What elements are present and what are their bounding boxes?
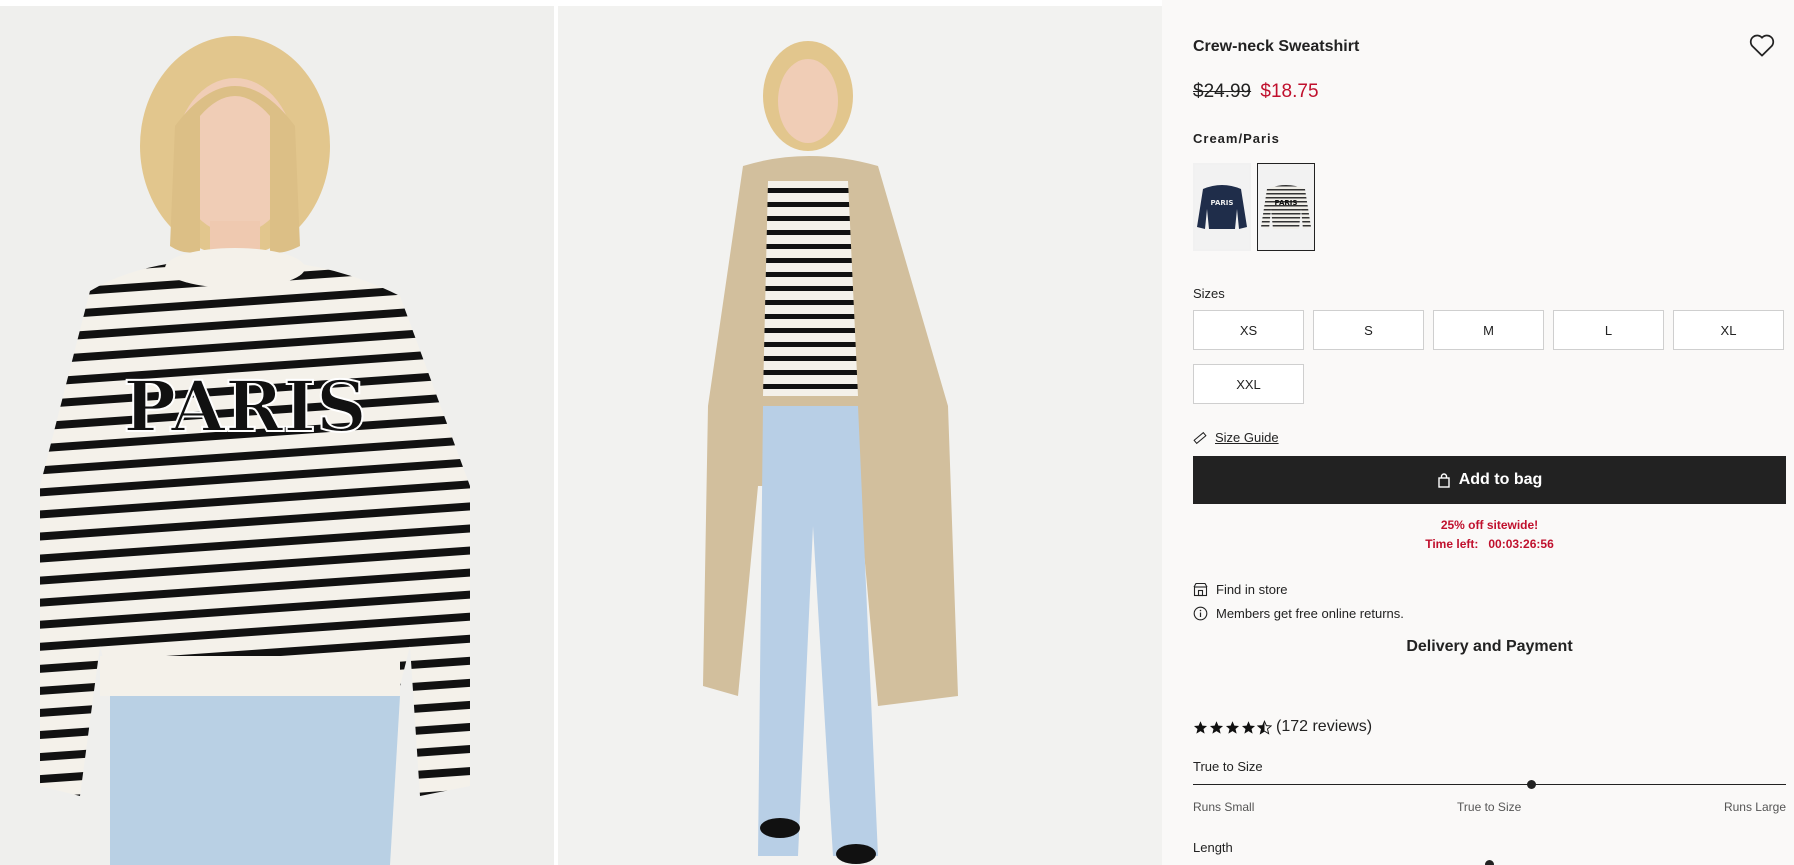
model-front-illustration: PARIS [40,36,470,865]
fit-scale-track [1193,780,1786,789]
product-title: Crew-neck Sweatshirt [1193,38,1360,55]
length-indicator [1485,860,1494,865]
length-label: Length [1193,840,1233,855]
fit-true-to-size: True to Size [1457,800,1522,814]
ruler-icon [1193,431,1207,444]
add-to-bag-button[interactable]: Add to bag [1193,456,1786,504]
product-gallery: PARIS [0,6,1162,865]
review-count: (172 reviews) [1276,718,1373,735]
size-guide-row: Size Guide [1193,430,1279,445]
selected-color-name: Cream/Paris [1193,131,1280,146]
fit-label: True to Size [1193,759,1263,774]
product-photo-front[interactable]: PARIS [0,6,554,865]
size-xs-button[interactable]: XS [1193,310,1304,350]
size-xxl-button[interactable]: XXL [1193,364,1304,404]
bag-icon [1438,472,1450,488]
find-in-store-label: Find in store [1216,582,1288,597]
countdown-value: 00:03:26:56 [1488,537,1554,551]
star-icon [1225,720,1240,734]
size-guide-link[interactable]: Size Guide [1215,430,1279,445]
size-l-button[interactable]: L [1553,310,1664,350]
fit-runs-large: Runs Large [1723,800,1786,814]
size-xl-button[interactable]: XL [1673,310,1784,350]
svg-text:PARIS: PARIS [123,365,366,448]
star-icon [1209,720,1224,734]
promo-banner: 25% off sitewide! Time left: 00:03:26:56 [1193,516,1786,554]
members-returns-label: Members get free online returns. [1216,606,1404,621]
model-outfit-illustration [703,41,958,864]
navy-sweatshirt-thumbnail: PARIS [1195,165,1249,249]
sizes-label: Sizes [1193,286,1225,301]
star-icon [1193,720,1208,734]
star-icon [1241,720,1256,734]
promo-headline: 25% off sitewide! [1440,518,1539,532]
countdown-label: Time left: [1425,537,1479,551]
star-half-icon [1257,719,1272,735]
price-row: $24.99 $18.75 [1193,81,1319,103]
info-icon [1193,606,1208,621]
delivery-payment-link[interactable]: Delivery and Payment [1193,638,1786,656]
promo-countdown: Time left: 00:03:26:56 [1193,535,1786,554]
price-original: $24.99 [1193,81,1252,102]
price-sale: $18.75 [1260,81,1319,102]
swatch-navy-paris[interactable]: PARIS [1193,163,1251,251]
add-to-bag-label: Add to bag [1458,471,1543,488]
fit-indicator [1527,780,1536,789]
fit-runs-small: Runs Small [1193,800,1255,814]
heart-icon [1749,34,1775,57]
star-rating [1193,719,1272,735]
product-photo-full-outfit[interactable] [558,6,1162,865]
swatch-cream-paris[interactable]: PARIS [1257,163,1315,251]
members-returns-row: Members get free online returns. [1193,606,1404,621]
store-icon [1193,582,1208,597]
favorite-button[interactable] [1747,30,1777,60]
svg-text:PARIS: PARIS [1211,199,1234,207]
size-selector: XS S M L XL XXL [1193,310,1787,404]
striped-sweatshirt-thumbnail: PARIS [1259,165,1313,249]
svg-text:PARIS: PARIS [1275,199,1298,207]
size-m-button[interactable]: M [1433,310,1544,350]
find-in-store-row[interactable]: Find in store [1193,582,1288,597]
reviews-summary[interactable]: (172 reviews) [1193,718,1372,736]
color-swatches: PARIS PARIS [1193,163,1315,251]
fit-scale-labels: Runs Small True to Size Runs Large [1193,800,1786,814]
size-s-button[interactable]: S [1313,310,1424,350]
product-info-panel: Crew-neck Sweatshirt $24.99 $18.75 Cream… [1162,0,1794,865]
